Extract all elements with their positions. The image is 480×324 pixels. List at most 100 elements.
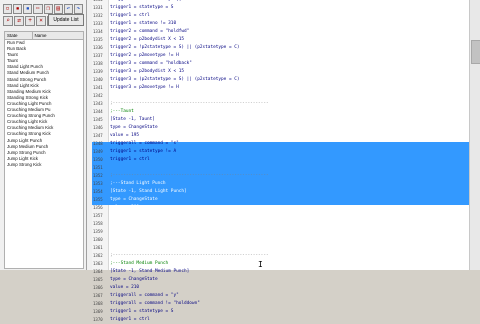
line-number: 1351: [93, 165, 103, 170]
line-number: 1341: [93, 85, 103, 90]
line-number: 1355: [93, 197, 103, 202]
state-list-panel: ▫ ▪ ▪ ✂ ❐ ▤ ↶ ↷ ⌕ ⇄ + × ▲ Update List St…: [0, 0, 87, 270]
line-number: 1359: [93, 229, 103, 234]
save-icon[interactable]: ▪: [23, 4, 33, 14]
code-line[interactable]: 1350 trigger1 = ctrl: [92, 156, 469, 164]
line-number: 1360: [93, 237, 103, 242]
code-line[interactable]: 1364 [State -1, Stand Medium Punch]: [92, 268, 469, 276]
code-text: trigger2 = p2bodydist X < 15: [110, 37, 185, 42]
redo-icon[interactable]: ↷: [73, 4, 83, 14]
line-number: 1354: [93, 189, 103, 194]
code-line[interactable]: 1370 trigger1 = ctrl: [92, 316, 469, 324]
code-text: trigger1 = statetype = S: [110, 229, 174, 234]
code-editor[interactable]: 1330trigger1 = command = "y" || command …: [92, 0, 469, 322]
code-line[interactable]: 1363 ;---Stand Medium Punch: [92, 260, 469, 268]
list-item[interactable]: Jump Strong Kick: [5, 162, 83, 168]
code-line[interactable]: 1361: [92, 244, 469, 252]
scrollbar-thumb[interactable]: [471, 40, 480, 64]
add-icon[interactable]: +: [25, 16, 35, 26]
code-line[interactable]: 1355 type = ChangeState: [92, 196, 469, 204]
code-line[interactable]: 1331 trigger1 = statetype = S: [92, 4, 469, 12]
code-text: trigger2 = command = "holdfwd": [110, 29, 190, 34]
code-line[interactable]: 1365 type = ChangeState: [92, 276, 469, 284]
code-line[interactable]: 1344 ;---Taunt: [92, 108, 469, 116]
code-line[interactable]: 1351: [92, 164, 469, 172]
code-text: ;---------------------------------------…: [110, 101, 269, 106]
line-number: 1353: [93, 181, 103, 186]
code-text: trigger3 = (p2statetype = S) || (p2state…: [110, 77, 240, 82]
code-text: triggerall = command != "holddown": [110, 301, 200, 306]
code-line[interactable]: 1336 trigger2 = !p2statetype = S) || (p2s…: [92, 44, 469, 52]
code-line[interactable]: 1348 triggerall = command = "s": [92, 140, 469, 148]
line-number: 1352: [93, 173, 103, 178]
code-text: trigger1 = ctrl: [110, 317, 150, 322]
code-line[interactable]: 1359 trigger1 = statetype = S: [92, 228, 469, 236]
code-line[interactable]: 1369 trigger1 = statetype = S: [92, 308, 469, 316]
copy-icon[interactable]: ❐: [43, 4, 53, 14]
code-line[interactable]: 1333 trigger1 = stateno != 310: [92, 20, 469, 28]
code-text: triggerall = command = "x": [110, 213, 179, 218]
code-line[interactable]: 1342: [92, 92, 469, 100]
line-number: 1366: [93, 285, 103, 290]
code-line[interactable]: 1347 value = 195: [92, 132, 469, 140]
code-line[interactable]: 1357 triggerall = command = "x": [92, 212, 469, 220]
line-number: 1346: [93, 125, 103, 130]
line-number: 1363: [93, 261, 103, 266]
code-text: trigger2 = p2movetype != H: [110, 53, 179, 58]
code-line[interactable]: 1341 trigger3 = p2movetype != H: [92, 84, 469, 92]
code-text: value = 195: [110, 133, 140, 138]
code-text: triggerall = command != "holddown": [110, 221, 200, 226]
code-line[interactable]: 1358 triggerall = command != "holddown": [92, 220, 469, 228]
code-line[interactable]: 1352 ;-----------------------------------…: [92, 172, 469, 180]
open-icon[interactable]: ▪: [13, 4, 23, 14]
code-line[interactable]: 1356 value = 200: [92, 204, 469, 212]
column-header-name[interactable]: Name: [31, 32, 47, 39]
code-text: [State -1, Stand Light Punch]: [110, 189, 187, 194]
code-line[interactable]: 1353 ;---Stand Light Punch: [92, 180, 469, 188]
code-line[interactable]: 1340 trigger3 = (p2statetype = S) || (p2s…: [92, 76, 469, 84]
find-icon[interactable]: ⌕: [3, 16, 13, 26]
code-line[interactable]: 1366 value = 210: [92, 284, 469, 292]
code-text: triggerall = command = "y": [110, 293, 179, 298]
code-text: trigger1 = statetype = S: [110, 309, 174, 314]
new-icon[interactable]: ▫: [3, 4, 13, 14]
code-line[interactable]: 1368 triggerall = command != "holddown": [92, 300, 469, 308]
code-line[interactable]: 1339 trigger3 = p2bodydist X < 15: [92, 68, 469, 76]
code-line[interactable]: 1360 trigger1 = ctrl: [92, 236, 469, 244]
code-line[interactable]: 1345 [State -1, Taunt]: [92, 116, 469, 124]
line-number: 1357: [93, 213, 103, 218]
line-number: 1349: [93, 149, 103, 154]
line-number: 1367: [93, 293, 103, 298]
paste-icon[interactable]: ▤: [53, 4, 63, 14]
vertical-scrollbar[interactable]: [469, 0, 480, 270]
line-number: 1347: [93, 133, 103, 138]
line-number: 1344: [93, 109, 103, 114]
delete-icon[interactable]: ×: [36, 16, 46, 26]
line-number: 1368: [93, 301, 103, 306]
line-number: 1333: [93, 21, 103, 26]
code-line[interactable]: 1334 trigger2 = command = "holdfwd": [92, 28, 469, 36]
replace-icon[interactable]: ⇄: [14, 16, 24, 26]
code-line[interactable]: 1349 trigger1 = statetype != A: [92, 148, 469, 156]
code-text: ;---------------------------------------…: [110, 173, 269, 178]
code-line[interactable]: 1332 trigger1 = ctrl: [92, 12, 469, 20]
code-line[interactable]: 1346 type = ChangeState: [92, 124, 469, 132]
code-line[interactable]: 1367 triggerall = command = "y": [92, 292, 469, 300]
column-header-state[interactable]: State: [5, 32, 18, 39]
undo-icon[interactable]: ↶: [63, 4, 73, 14]
code-text: type = ChangeState: [110, 197, 158, 202]
code-text: ;---Taunt: [110, 109, 134, 114]
state-list[interactable]: Run Fwd Run Back Taunt Taunt Stand Light Pun…: [4, 39, 84, 269]
code-line[interactable]: 1354 [State -1, Stand Light Punch]: [92, 188, 469, 196]
line-number: 1345: [93, 117, 103, 122]
line-number: 1340: [93, 77, 103, 82]
update-list-button[interactable]: Update List: [48, 14, 84, 26]
code-line[interactable]: 1343 ;-----------------------------------…: [92, 100, 469, 108]
cut-icon[interactable]: ✂: [33, 4, 43, 14]
code-line[interactable]: 1335 trigger2 = p2bodydist X < 15: [92, 36, 469, 44]
line-number: 1332: [93, 13, 103, 18]
code-line[interactable]: 1337 trigger2 = p2movetype != H: [92, 52, 469, 60]
code-line[interactable]: 1338 trigger3 = command = "holdback": [92, 60, 469, 68]
code-line[interactable]: 1362 ;-----------------------------------…: [92, 252, 469, 260]
line-number: 1334: [93, 29, 103, 34]
